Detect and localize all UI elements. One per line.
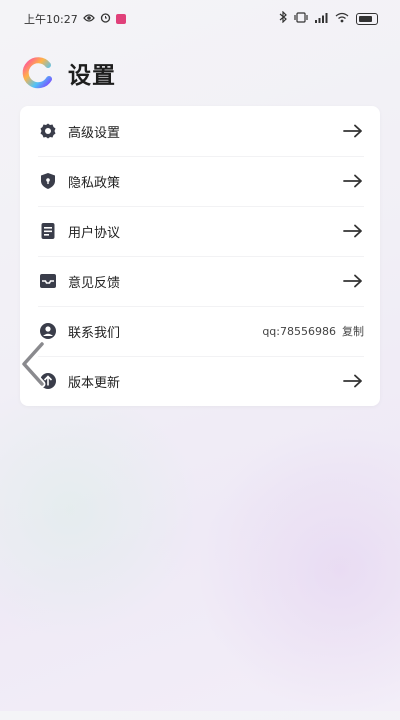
vibrate-icon [294,11,308,26]
signal-icon [315,12,328,26]
bluetooth-icon [279,10,287,26]
app-logo-icon [20,56,54,90]
menu-item-privacy-policy[interactable]: 隐私政策 [20,156,380,206]
menu-item-label: 用户协议 [68,225,121,241]
contact-icon [38,321,58,341]
copy-button[interactable]: 复制 [342,323,364,339]
page-header: 设置 [20,56,116,90]
eye-icon [82,13,95,26]
page-title: 设置 [68,63,116,89]
menu-item-label: 版本更新 [68,375,121,391]
settings-list: 高级设置 隐私政策 用户协议 意见反馈 联系我们 qq:78556986 复制 … [20,106,380,406]
menu-item-user-agreement[interactable]: 用户协议 [20,206,380,256]
wifi-icon [335,12,349,26]
status-bar: 上午10:27 [0,0,400,36]
alarm-icon [100,12,111,26]
menu-item-feedback[interactable]: 意见反馈 [20,256,380,306]
menu-item-label: 联系我们 [68,325,121,341]
menu-item-version-update[interactable]: 版本更新 [20,356,380,406]
menu-item-label: 高级设置 [68,125,121,141]
status-time: 上午10:27 [24,13,78,26]
arrow-right-icon [342,120,364,142]
arrow-right-icon [342,370,364,392]
arrow-right-icon [342,170,364,192]
shield-icon [38,171,58,191]
menu-item-label: 隐私政策 [68,175,121,191]
menu-item-label: 意见反馈 [68,275,121,291]
app-notification-icon [115,14,126,24]
arrow-right-icon [342,220,364,242]
contact-qq-value: qq:78556986 [262,324,336,338]
battery-icon [356,12,378,25]
document-icon [38,221,58,241]
menu-item-contact-us[interactable]: 联系我们 qq:78556986 复制 [20,306,380,356]
menu-item-advanced-settings[interactable]: 高级设置 [20,106,380,156]
inbox-icon [38,271,58,291]
back-gesture-chevron-icon[interactable] [16,340,50,388]
arrow-right-icon [342,270,364,292]
gear-icon [38,121,58,141]
